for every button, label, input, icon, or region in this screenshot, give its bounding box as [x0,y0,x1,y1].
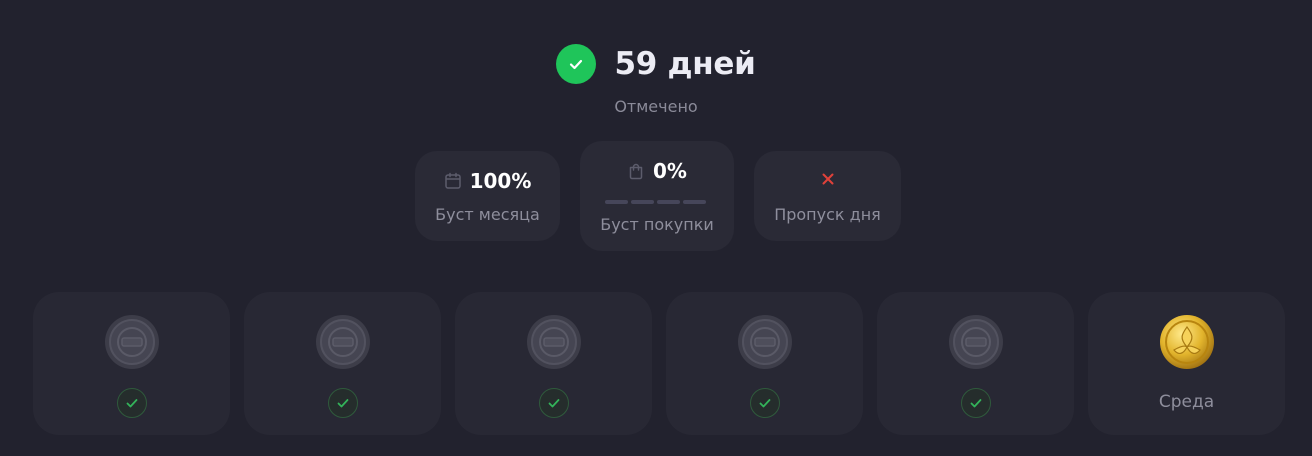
day-card-6[interactable]: Среда [1088,292,1285,435]
shopping-bag-icon [629,163,643,180]
x-icon [822,173,833,185]
claimed-check-icon [327,388,358,418]
progress-segment [631,200,654,204]
purchase-boost-value: 0% [653,159,687,183]
purchase-boost-value-row: 0% [580,159,734,183]
skip-day-icon-row [754,171,901,187]
day-card-2[interactable] [244,292,441,435]
month-boost-label: Буст месяца [435,205,540,224]
month-boost-value: 100% [469,169,532,193]
coin-icon [526,315,581,369]
coin-icon [315,315,370,369]
claimed-check-icon [749,388,780,418]
claimed-check-icon [538,388,569,418]
calendar-icon [444,172,461,189]
progress-segment [657,200,680,204]
streak-days: 59 дней [614,46,756,82]
progress-segment [605,200,628,204]
day-card-5[interactable] [877,292,1074,435]
claimed-check-icon [116,388,147,418]
purchase-boost-card: 0% Буст покупки [580,141,734,251]
check-circle-icon [556,44,597,84]
month-boost-card: 100% Буст месяца [415,151,560,241]
skip-day-label: Пропуск дня [774,205,881,224]
coin-icon [737,315,792,369]
purchase-boost-label: Буст покупки [600,215,714,234]
streak-header: 59 дней [0,44,1312,84]
daily-rewards-row: Среда [33,292,1285,435]
streak-status: Отмечено [614,97,698,116]
day-card-1[interactable] [33,292,230,435]
month-boost-value-row: 100% [415,169,560,193]
progress-segment [683,200,706,204]
claimed-check-icon [960,388,991,418]
purchase-boost-progress [605,200,706,204]
gold-coin-icon [1159,315,1214,369]
day-card-3[interactable] [455,292,652,435]
day-label: Среда [1158,392,1215,412]
skip-day-card: Пропуск дня [754,151,901,241]
coin-icon [948,315,1003,369]
coin-icon [104,315,159,369]
day-card-4[interactable] [666,292,863,435]
